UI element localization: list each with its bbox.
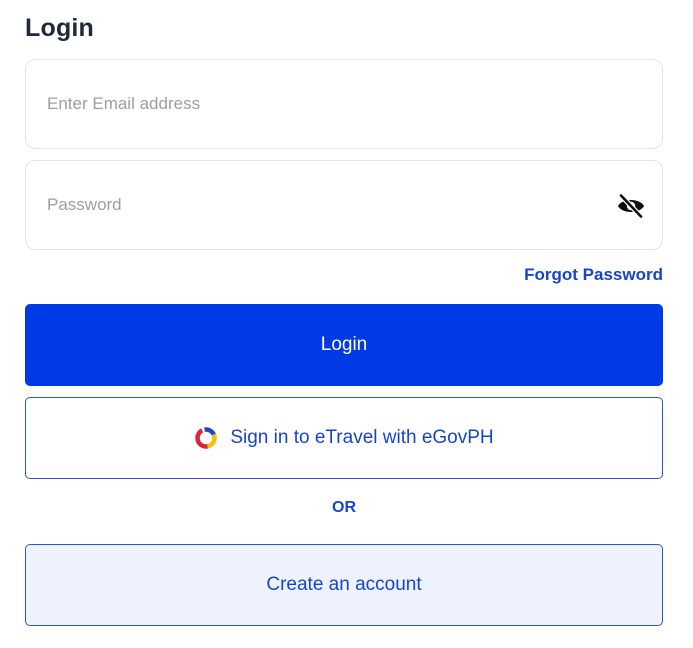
egov-signin-label: Sign in to eTravel with eGovPH [230, 427, 494, 448]
password-field-container [25, 160, 663, 250]
page-title: Login [25, 14, 95, 42]
egov-signin-button[interactable]: Sign in to eTravel with eGovPH [25, 397, 663, 479]
or-divider: OR [332, 499, 356, 516]
create-account-label: Create an account [266, 574, 422, 595]
login-button-label: Login [320, 334, 368, 355]
egovph-logo-icon [194, 426, 218, 450]
email-field-container [25, 59, 663, 149]
create-account-button[interactable]: Create an account [25, 544, 663, 626]
login-button[interactable]: Login [25, 304, 663, 386]
password-field[interactable] [26, 161, 662, 249]
email-field[interactable] [26, 60, 662, 148]
eye-slash-icon[interactable] [616, 193, 646, 219]
forgot-password-link[interactable]: Forgot Password [524, 265, 663, 285]
